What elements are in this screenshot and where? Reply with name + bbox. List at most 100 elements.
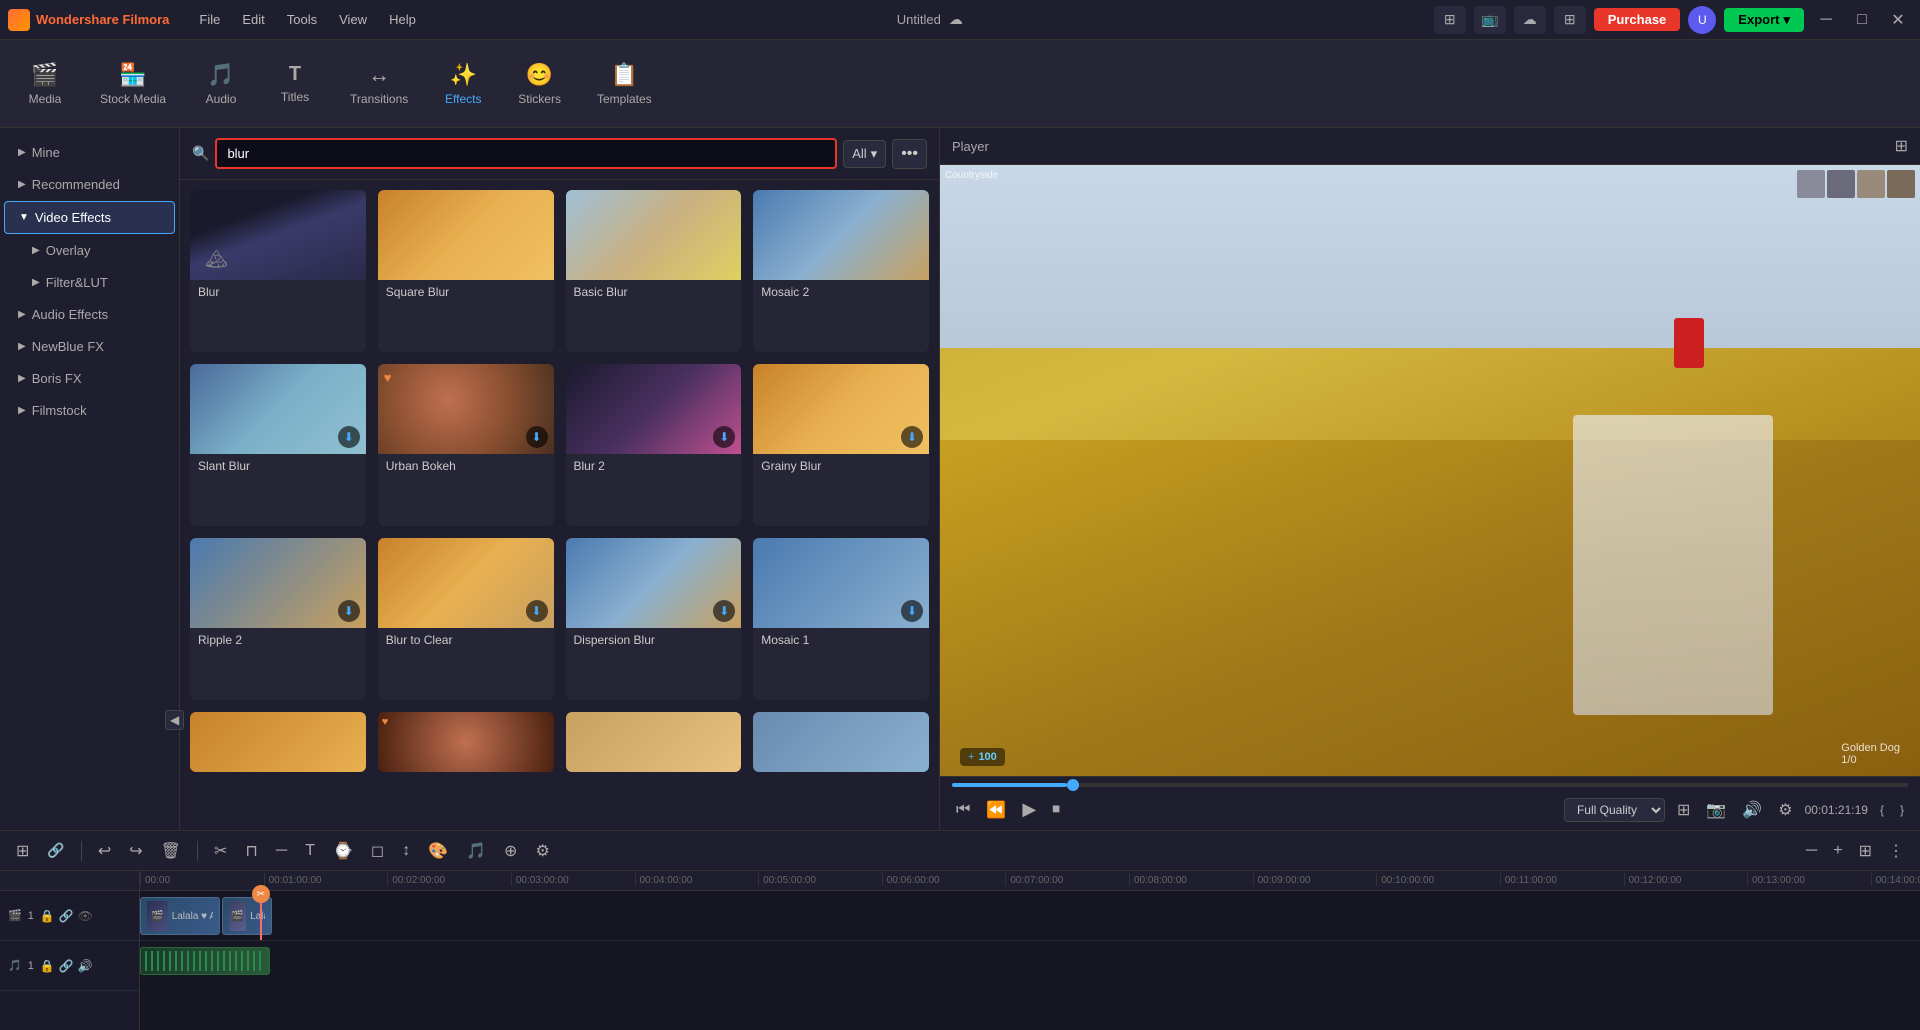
effect-card-blur[interactable]: 🏔 Blur <box>190 190 366 352</box>
cut-btn[interactable]: ✂ <box>208 837 233 865</box>
effect-card-partial3[interactable] <box>566 712 742 772</box>
toolbar-effects[interactable]: ✨ Effects <box>428 56 498 112</box>
track-lock-icon-a1[interactable]: 🔒 <box>40 959 55 973</box>
sidebar-item-filmstock[interactable]: ▶ Filmstock <box>4 395 175 426</box>
effect-label-blur: Blur <box>190 280 366 304</box>
window-layout-btn[interactable]: ⊞ <box>1434 6 1466 34</box>
split-btn[interactable]: ─ <box>270 838 293 864</box>
search-input[interactable] <box>215 138 837 169</box>
effect-card-ripple2[interactable]: ⬇ Ripple 2 <box>190 538 366 700</box>
effect-card-dispersion-blur[interactable]: ⬇ Dispersion Blur <box>566 538 742 700</box>
menu-file[interactable]: File <box>189 8 230 31</box>
audio-btn[interactable]: 🎵 <box>460 837 492 865</box>
effect-card-slant-blur[interactable]: ⬇ Slant Blur <box>190 364 366 526</box>
extensions-btn[interactable]: ⊞ <box>1554 6 1586 34</box>
settings-button[interactable]: ⚙ <box>1774 796 1796 824</box>
redo-btn[interactable]: ↪ <box>123 837 148 865</box>
clip-lalala2[interactable]: 🎬 Lalala... <box>222 897 272 935</box>
screen-record-btn[interactable]: 📺 <box>1474 6 1506 34</box>
color-btn[interactable]: 🎨 <box>422 837 454 865</box>
track-link-icon-v1[interactable]: 🔗 <box>59 909 74 923</box>
mask-btn[interactable]: ⊕ <box>498 837 523 865</box>
timeline-grid-btn[interactable]: ⊞ <box>1853 837 1878 865</box>
close-button[interactable]: ✕ <box>1884 6 1912 34</box>
toolbar-templates[interactable]: 📋 Templates <box>581 56 668 112</box>
timeline-zoom-plus[interactable]: + <box>1827 838 1848 864</box>
effect-card-partial4[interactable] <box>753 712 929 772</box>
effect-card-mosaic2[interactable]: Mosaic 2 <box>753 190 929 352</box>
timeline-more-btn[interactable]: ⋮ <box>1882 837 1910 865</box>
quality-select[interactable]: Full Quality Half Quality <box>1564 798 1665 822</box>
sidebar-item-video-effects[interactable]: ▼ Video Effects <box>4 201 175 234</box>
export-button[interactable]: Export ▾ <box>1724 8 1804 32</box>
sidebar-item-recommended[interactable]: ▶ Recommended <box>4 169 175 200</box>
user-avatar[interactable]: U <box>1688 6 1716 34</box>
speed-btn[interactable]: ⌚ <box>327 837 359 865</box>
effect-card-blur2[interactable]: ⬇ Blur 2 <box>566 364 742 526</box>
timeline-add-media-btn[interactable]: ⊞ <box>10 837 35 865</box>
sidebar-item-newblue-fx[interactable]: ▶ NewBlue FX <box>4 331 175 362</box>
delete-btn[interactable]: 🗑 <box>155 837 187 865</box>
timeline-zoom-minus[interactable]: ─ <box>1800 838 1823 864</box>
effect-card-urban-bokeh[interactable]: ♥ ⬇ Urban Bokeh <box>378 364 554 526</box>
progress-thumb[interactable] <box>1067 779 1079 791</box>
effect-card-grainy-blur[interactable]: ⬇ Grainy Blur <box>753 364 929 526</box>
progress-bar[interactable] <box>952 783 1908 787</box>
toolbar-transitions[interactable]: ↔ Transitions <box>334 56 424 112</box>
sidebar-item-mine[interactable]: ▶ Mine <box>4 137 175 168</box>
toolbar-stock-media[interactable]: 🏪 Stock Media <box>84 56 182 112</box>
mark-out-button[interactable]: } <box>1896 799 1908 821</box>
transition-btn[interactable]: ◻ <box>365 837 390 865</box>
toolbar-audio[interactable]: 🎵 Audio <box>186 56 256 112</box>
menu-tools[interactable]: Tools <box>277 8 327 31</box>
toolbar-titles[interactable]: T Titles <box>260 57 330 110</box>
menu-help[interactable]: Help <box>379 8 426 31</box>
text-btn[interactable]: T <box>299 838 321 864</box>
export-dropdown-icon[interactable]: ▾ <box>1783 12 1790 28</box>
track-volume-icon-a1[interactable]: 🔊 <box>78 959 93 973</box>
toolbar-media[interactable]: 🎬 Media <box>10 56 80 112</box>
sidebar-item-audio-effects[interactable]: ▶ Audio Effects <box>4 299 175 330</box>
fullscreen-button[interactable]: ⊞ <box>1673 796 1694 824</box>
search-filter-dropdown[interactable]: All ▾ <box>843 140 886 168</box>
sidebar-item-boris-fx[interactable]: ▶ Boris FX <box>4 363 175 394</box>
effect-card-partial1[interactable] <box>190 712 366 772</box>
clip-lalala1[interactable]: 🎬 Lalala ♥ Arsenal... <box>140 897 220 935</box>
sidebar-label-mine: Mine <box>32 145 60 160</box>
snapshot-button[interactable]: 📷 <box>1702 796 1730 824</box>
frame-back-button[interactable]: ⏪ <box>982 796 1010 824</box>
sidebar-item-filter-lut[interactable]: ▶ Filter&LUT <box>4 267 175 298</box>
track-lock-icon-v1[interactable]: 🔒 <box>40 909 55 923</box>
undo-btn[interactable]: ↩ <box>92 837 117 865</box>
maximize-button[interactable]: □ <box>1848 6 1876 34</box>
volume-button[interactable]: 🔊 <box>1738 796 1766 824</box>
effect-card-square-blur[interactable]: Square Blur <box>378 190 554 352</box>
cloud-sync-btn[interactable]: ☁ <box>1514 6 1546 34</box>
effect-card-mosaic1[interactable]: ⬇ Mosaic 1 <box>753 538 929 700</box>
toolbar-stickers[interactable]: 😊 Stickers <box>502 56 577 112</box>
clip-label-1: Lalala ♥ Arsenal... <box>172 911 213 922</box>
effect-card-basic-blur[interactable]: Basic Blur <box>566 190 742 352</box>
menu-view[interactable]: View <box>329 8 377 31</box>
search-more-button[interactable]: ••• <box>892 139 927 169</box>
skip-back-button[interactable]: ⏮ <box>952 797 974 823</box>
sidebar-item-overlay[interactable]: ▶ Overlay <box>4 235 175 266</box>
effect-card-partial2[interactable]: ♥ <box>378 712 554 772</box>
sidebar-collapse-btn[interactable]: ◀ <box>165 710 180 730</box>
crop-btn[interactable]: ⊓ <box>239 837 263 865</box>
zoom-btn[interactable]: ↕ <box>396 838 416 864</box>
track-eye-icon-v1[interactable]: 👁 <box>78 909 93 923</box>
timeline-link-btn[interactable]: 🔗 <box>41 838 70 863</box>
menu-edit[interactable]: Edit <box>232 8 274 31</box>
stop-button[interactable]: ⏹ <box>1048 797 1064 823</box>
purchase-button[interactable]: Purchase <box>1594 8 1681 31</box>
play-button[interactable]: ▶ <box>1018 795 1040 824</box>
audio-clip-1[interactable] <box>140 947 270 975</box>
track-link-icon-a1[interactable]: 🔗 <box>59 959 74 973</box>
effect-card-blur-to-clear[interactable]: ⬇ Blur to Clear <box>378 538 554 700</box>
playhead[interactable]: ✂ <box>260 891 262 940</box>
player-expand-icon[interactable]: ⊞ <box>1895 136 1908 156</box>
minimize-button[interactable]: ─ <box>1812 6 1840 34</box>
stabilize-btn[interactable]: ⚙ <box>529 837 555 865</box>
mark-in-button[interactable]: { <box>1876 799 1888 821</box>
